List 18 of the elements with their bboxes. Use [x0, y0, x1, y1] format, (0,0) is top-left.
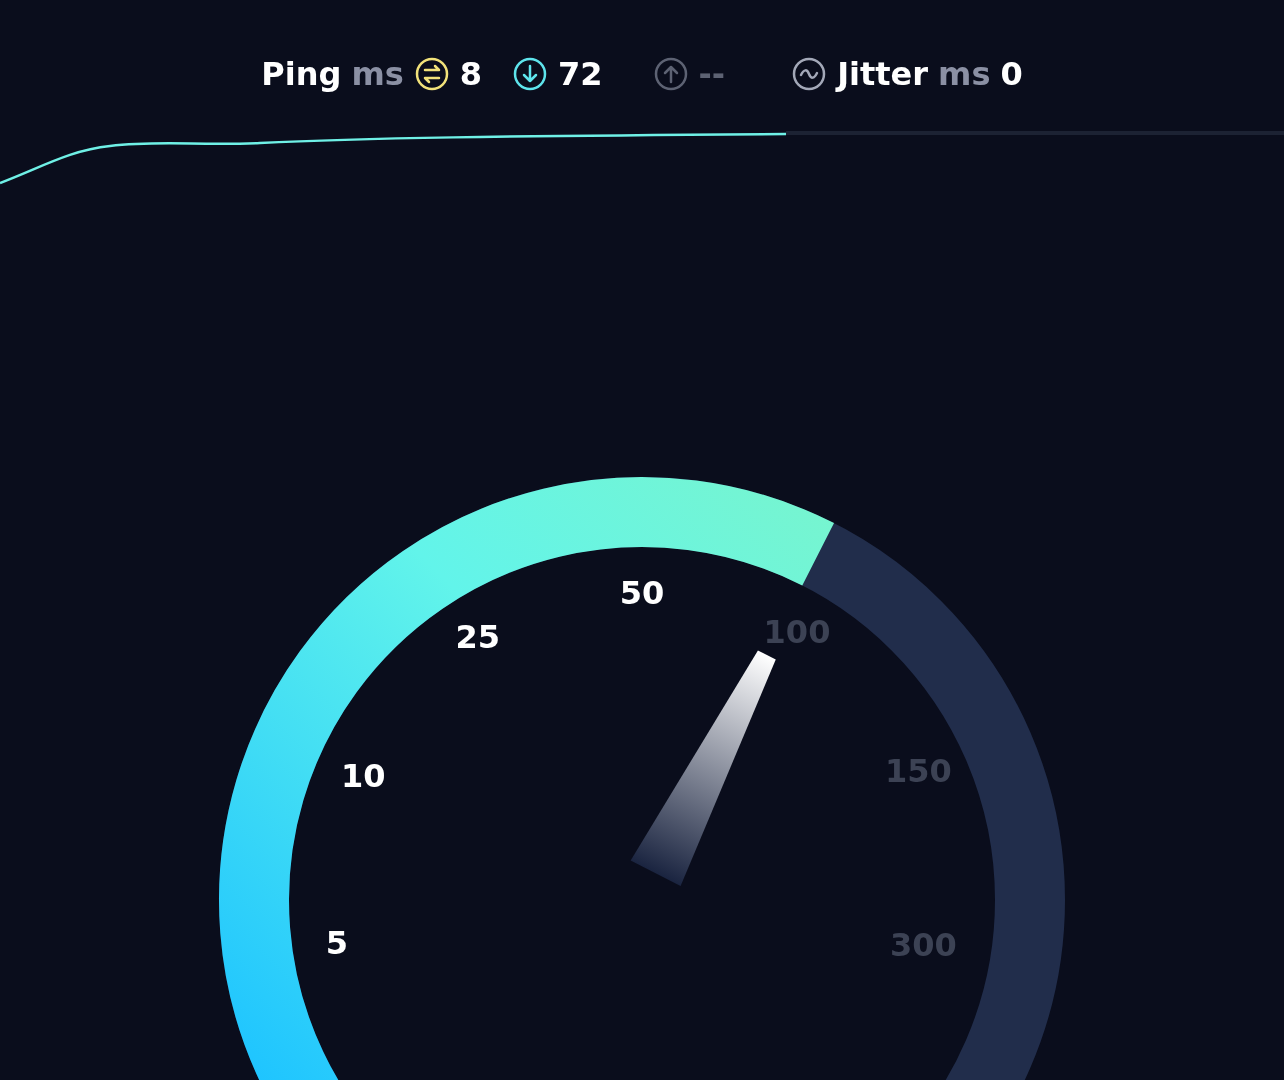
ping-unit: ms — [351, 58, 404, 90]
jitter-icon — [791, 56, 828, 92]
scale-label: 25 — [455, 618, 500, 657]
jitter-label: Jitter — [837, 58, 929, 90]
scale-label: 100 — [763, 612, 831, 651]
upload-value: -- — [698, 58, 726, 90]
download-value: 72 — [558, 58, 603, 90]
ping-value: 8 — [459, 58, 483, 90]
scale-label: 10 — [341, 756, 386, 795]
scale-label: 50 — [619, 574, 665, 612]
scale-label: 5 — [325, 923, 349, 962]
download-icon — [512, 56, 549, 92]
ping-label: Ping — [261, 58, 342, 90]
ping-icon — [413, 56, 450, 92]
jitter-value: 0 — [1000, 58, 1023, 90]
scale-label: 300 — [890, 925, 957, 964]
scale-label: 150 — [885, 752, 952, 791]
jitter-unit: ms — [938, 58, 991, 90]
